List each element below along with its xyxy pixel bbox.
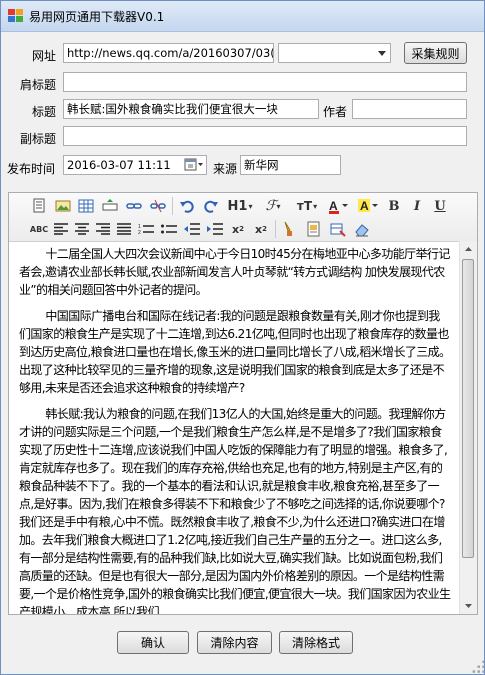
shoulder-title-input[interactable] <box>63 72 467 92</box>
content-paragraph: 中国国际广播电台和国际在线记者:我的问题是跟粮食数量有关,刚才你也提到我们国家的… <box>19 309 451 395</box>
source-label: 来源 <box>213 162 238 176</box>
author-input[interactable] <box>352 99 467 119</box>
scroll-thumb[interactable] <box>462 259 474 558</box>
clear-content-button[interactable]: 清除内容 <box>197 631 272 654</box>
shoulder-title-label: 肩标题 <box>20 78 57 92</box>
insert-row-icon[interactable] <box>100 196 120 216</box>
scroll-up-icon[interactable] <box>460 241 477 258</box>
svg-text:2: 2 <box>138 230 141 235</box>
calendar-dropdown-icon[interactable] <box>184 158 204 172</box>
link-icon[interactable] <box>124 196 144 216</box>
unlink-icon[interactable] <box>148 196 168 216</box>
heading-icon[interactable]: H1 ▾ <box>225 196 255 216</box>
unordered-list-icon[interactable] <box>159 219 179 239</box>
indent-icon[interactable] <box>205 219 225 239</box>
content-paragraph: 韩长赋:我认为粮食的问题,在我们13亿人的大国,始终是重大的问题。我理解你方才讲… <box>19 407 451 614</box>
align-left-icon[interactable] <box>51 219 71 239</box>
url-label: 网址 <box>32 49 57 63</box>
italic-icon[interactable]: I <box>407 196 427 216</box>
highlight-icon[interactable]: A <box>356 196 382 216</box>
subtitle-label: 副标题 <box>20 132 57 146</box>
resize-grip-icon[interactable] <box>469 657 485 674</box>
format-brush-icon[interactable] <box>280 219 300 239</box>
spellcheck-icon[interactable]: ABC <box>29 219 49 239</box>
publish-time-picker[interactable]: 2016-03-07 11:11 <box>63 155 207 175</box>
subscript-icon[interactable]: x2 <box>228 219 248 239</box>
clear-format-icon[interactable] <box>328 219 348 239</box>
title-bar: 易用网页通用下载器V0.1 <box>1 1 484 32</box>
window-title: 易用网页通用下载器V0.1 <box>29 10 165 24</box>
toolbar-separator <box>275 220 276 238</box>
bold-icon[interactable]: B <box>384 196 404 216</box>
font-size-icon[interactable]: тT ▾ <box>292 196 322 216</box>
superscript-icon[interactable]: x2 <box>251 219 271 239</box>
url-input[interactable]: http://news.qq.com/a/20160307/03( <box>63 43 274 63</box>
align-center-icon[interactable] <box>72 219 92 239</box>
app-icon <box>8 9 23 22</box>
heading-label: H1 <box>227 198 248 214</box>
scroll-down-icon[interactable] <box>460 597 477 614</box>
clear-format-button[interactable]: 清除格式 <box>279 631 353 654</box>
svg-text:A: A <box>329 199 338 213</box>
font-family-icon[interactable]: ℱ ▾ <box>259 196 287 216</box>
author-label: 作者 <box>323 105 348 119</box>
align-right-icon[interactable] <box>93 219 113 239</box>
underline-icon[interactable]: U <box>430 196 450 216</box>
insert-image-icon[interactable] <box>53 196 73 216</box>
editor-toolbar: H1 ▾ ℱ ▾ тT ▾ A A B I U ABC 1 2 x 2 x 2 <box>9 193 477 242</box>
editor-scrollbar[interactable] <box>459 241 477 614</box>
publish-time-value: 2016-03-07 11:11 <box>67 158 171 172</box>
source-icon[interactable] <box>29 196 49 216</box>
editor-content[interactable]: 十二届全国人大四次会议新闻中心于今日10时45分在梅地亚中心多功能厅举行记者会,… <box>9 241 459 614</box>
font-color-icon[interactable]: A <box>326 196 352 216</box>
title-input[interactable]: 韩长赋:国外粮食确实比我们便宜很大一块 <box>63 99 319 119</box>
eraser-icon[interactable] <box>352 219 372 239</box>
rich-text-editor: H1 ▾ ℱ ▾ тT ▾ A A B I U ABC 1 2 x 2 x 2 … <box>8 192 478 615</box>
publish-time-label: 发布时间 <box>7 162 56 176</box>
source-input[interactable]: 新华网 <box>240 155 341 175</box>
insert-table-icon[interactable] <box>76 196 96 216</box>
subtitle-input[interactable] <box>63 126 467 146</box>
app-window: 易用网页通用下载器V0.1 网址 http://news.qq.com/a/20… <box>0 0 485 675</box>
undo-icon[interactable] <box>177 196 197 216</box>
outdent-icon[interactable] <box>182 219 202 239</box>
title-label: 标题 <box>32 105 57 119</box>
chevron-down-icon <box>378 51 386 56</box>
confirm-button[interactable]: 确认 <box>117 631 189 654</box>
toolbar-separator <box>172 197 173 215</box>
justify-icon[interactable] <box>114 219 134 239</box>
redo-icon[interactable] <box>201 196 221 216</box>
collect-rules-button[interactable]: 采集规则 <box>404 42 467 64</box>
url-history-combo[interactable] <box>278 43 391 63</box>
content-paragraph: 十二届全国人大四次会议新闻中心于今日10时45分在梅地亚中心多功能厅举行记者会,… <box>19 247 450 297</box>
ordered-list-icon[interactable]: 12 <box>136 219 156 239</box>
svg-text:A: A <box>360 199 369 213</box>
insert-html-icon[interactable] <box>304 219 324 239</box>
